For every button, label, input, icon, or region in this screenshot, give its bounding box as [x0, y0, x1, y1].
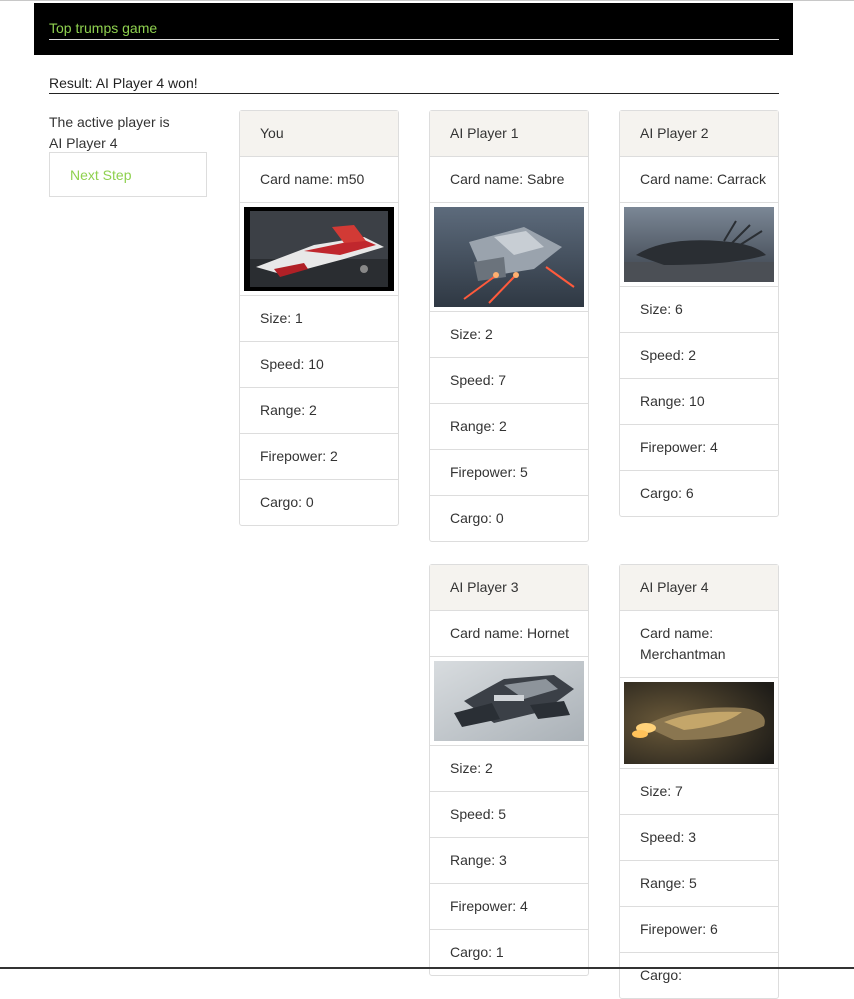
card-name: Card name: Hornet — [430, 611, 588, 657]
stat-size: Size: 7 — [620, 769, 778, 815]
card-name: Card name: Sabre — [430, 157, 588, 203]
result-text: Result: AI Player 4 won! — [49, 75, 779, 94]
card-ai-player-2: AI Player 2 Card name: Carrack Size: 6 S… — [619, 110, 779, 517]
app-title[interactable]: Top trumps game — [49, 20, 157, 36]
active-player-label: The active player is — [49, 114, 170, 130]
stat-size: Size: 6 — [620, 287, 778, 333]
stat-firepower: Firepower: 5 — [430, 450, 588, 496]
header-divider — [49, 39, 779, 40]
stat-size: Size: 2 — [430, 746, 588, 792]
card-name: Card name: Merchantman — [620, 611, 778, 678]
card-image — [240, 203, 398, 296]
stat-speed: Speed: 7 — [430, 358, 588, 404]
card-ai-player-3: AI Player 3 Card name: Hornet Size: 2 Sp… — [429, 564, 589, 976]
ship-sabre-image — [434, 207, 584, 307]
card-player: AI Player 2 — [620, 111, 778, 157]
card-image — [430, 203, 588, 312]
active-player-name: AI Player 4 — [49, 135, 118, 151]
stat-speed: Speed: 5 — [430, 792, 588, 838]
card-name: Card name: Carrack — [620, 157, 778, 203]
stat-firepower: Firepower: 6 — [620, 907, 778, 953]
stat-range: Range: 5 — [620, 861, 778, 907]
stat-size: Size: 2 — [430, 312, 588, 358]
stat-size[interactable]: Size: 1 — [240, 296, 398, 342]
stat-range: Range: 10 — [620, 379, 778, 425]
next-step-button[interactable]: Next Step — [49, 152, 207, 197]
active-player-info: The active player is AI Player 4 — [49, 112, 209, 154]
stat-speed: Speed: 3 — [620, 815, 778, 861]
card-player: AI Player 4 — [620, 565, 778, 611]
card-name: Card name: m50 — [240, 157, 398, 203]
card-image — [620, 203, 778, 287]
stat-range[interactable]: Range: 2 — [240, 388, 398, 434]
stat-cargo[interactable]: Cargo: 0 — [240, 480, 398, 525]
stat-range: Range: 3 — [430, 838, 588, 884]
ship-hornet-image — [434, 661, 584, 741]
stat-firepower: Firepower: 4 — [620, 425, 778, 471]
stat-firepower[interactable]: Firepower: 2 — [240, 434, 398, 480]
stat-speed[interactable]: Speed: 10 — [240, 342, 398, 388]
card-player: AI Player 3 — [430, 565, 588, 611]
stat-range: Range: 2 — [430, 404, 588, 450]
card-image — [430, 657, 588, 746]
card-image — [620, 678, 778, 769]
ship-merchantman-image — [624, 682, 774, 764]
ship-m50-image — [244, 207, 394, 291]
app-header: Top trumps game — [34, 3, 793, 55]
card-you: You Card name: m50 Size: 1 Speed: 10 Ran… — [239, 110, 399, 526]
stat-firepower: Firepower: 4 — [430, 884, 588, 930]
card-player: You — [240, 111, 398, 157]
card-ai-player-4: AI Player 4 Card name: Merchantman Size:… — [619, 564, 779, 999]
stat-cargo: Cargo: — [640, 967, 683, 983]
ship-carrack-image — [624, 207, 774, 282]
stat-speed: Speed: 2 — [620, 333, 778, 379]
card-ai-player-1: AI Player 1 Card name: Sabre Size: 2 Spe… — [429, 110, 589, 542]
stat-cargo: Cargo: 0 — [450, 510, 504, 526]
stat-cargo: Cargo: 6 — [640, 485, 694, 501]
card-player: AI Player 1 — [430, 111, 588, 157]
